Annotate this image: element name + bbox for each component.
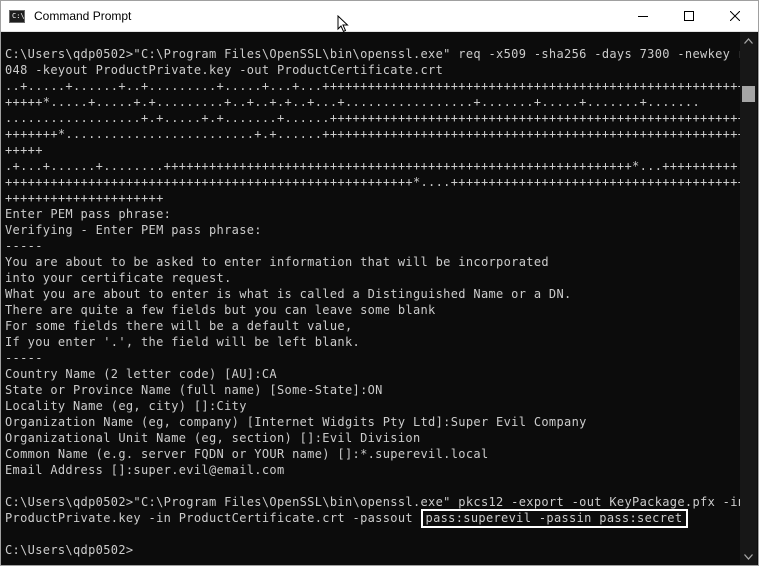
- console-line: State or Province Name (full name) [Some…: [5, 383, 383, 397]
- console-line: Locality Name (eg, city) []:City: [5, 399, 247, 413]
- console-line: Organizational Unit Name (eg, section) […: [5, 431, 421, 445]
- console-line: Enter PEM pass phrase:: [5, 207, 172, 221]
- console-line: Email Address []:super.evil@email.com: [5, 463, 285, 477]
- arrow-up-icon: [744, 37, 753, 44]
- title-bar[interactable]: C:\ Command Prompt: [1, 1, 758, 33]
- console-line: What you are about to enter is what is c…: [5, 287, 572, 301]
- console-line: +++++: [5, 143, 43, 157]
- console-line: -----: [5, 239, 43, 253]
- minimize-icon: [638, 16, 648, 17]
- arrow-down-icon: [744, 553, 753, 560]
- console-line: ..................+.+.....+.+.......+...…: [5, 111, 741, 125]
- maximize-button[interactable]: [666, 1, 712, 31]
- password-highlight-box: pass:superevil -passin pass:secret: [420, 509, 689, 528]
- console-text: C:\Users\qdp0502>"C:\Program Files\OpenS…: [1, 32, 741, 558]
- console-line: C:\Users\qdp0502>"C:\Program Files\OpenS…: [5, 495, 741, 509]
- close-button[interactable]: [712, 1, 758, 31]
- console-line: There are quite a few fields but you can…: [5, 303, 436, 317]
- console-line: Common Name (e.g. server FQDN or YOUR na…: [5, 447, 489, 461]
- maximize-icon: [684, 11, 694, 21]
- console-output[interactable]: C:\Users\qdp0502>"C:\Program Files\OpenS…: [1, 32, 741, 565]
- vertical-scrollbar[interactable]: [740, 32, 757, 565]
- console-line: .+...+......+........+++++++++++++++++++…: [5, 159, 738, 173]
- console-line: +++++*.....+.....+.+.........+..+..+.+..…: [5, 95, 701, 109]
- minimize-button[interactable]: [620, 1, 666, 31]
- console-line: Organization Name (eg, company) [Interne…: [5, 415, 587, 429]
- console-line: ++++++++++++++++++++++++++++++++++++++++…: [5, 175, 741, 189]
- console-line: Country Name (2 letter code) [AU]:CA: [5, 367, 277, 381]
- console-line: C:\Users\qdp0502>"C:\Program Files\OpenS…: [5, 47, 741, 61]
- console-line: C:\Users\qdp0502>: [5, 543, 134, 557]
- close-icon: [730, 11, 740, 21]
- console-line: -----: [5, 351, 43, 365]
- window-title: Command Prompt: [34, 9, 132, 23]
- console-line: 048 -keyout ProductPrivate.key -out Prod…: [5, 63, 444, 77]
- console-line: into your certificate request.: [5, 271, 232, 285]
- console-line: You are about to be asked to enter infor…: [5, 255, 549, 269]
- console-line: For some fields there will be a default …: [5, 319, 353, 333]
- console-line: Verifying - Enter PEM pass phrase:: [5, 223, 262, 237]
- console-line: If you enter '.', the field will be left…: [5, 335, 361, 349]
- console-line: +++++++++++++++++++++: [5, 191, 164, 205]
- console-line: ..+.....+......+..+.........+.....+...+.…: [5, 79, 741, 93]
- console-line: +++++++*.........................+.+....…: [5, 127, 741, 141]
- command-prompt-icon: C:\: [9, 9, 25, 23]
- console-line-prefix: ProductPrivate.key -in ProductCertificat…: [5, 511, 421, 525]
- scroll-down-button[interactable]: [740, 548, 757, 565]
- command-prompt-window: C:\ Command Prompt C:\Users\qdp0502>"C:\…: [0, 0, 759, 566]
- console-line-highlighted: ProductPrivate.key -in ProductCertificat…: [5, 509, 741, 528]
- mouse-cursor-icon: [337, 15, 349, 33]
- scrollbar-thumb[interactable]: [742, 86, 755, 102]
- window-controls: [620, 1, 758, 31]
- scroll-up-button[interactable]: [740, 32, 757, 49]
